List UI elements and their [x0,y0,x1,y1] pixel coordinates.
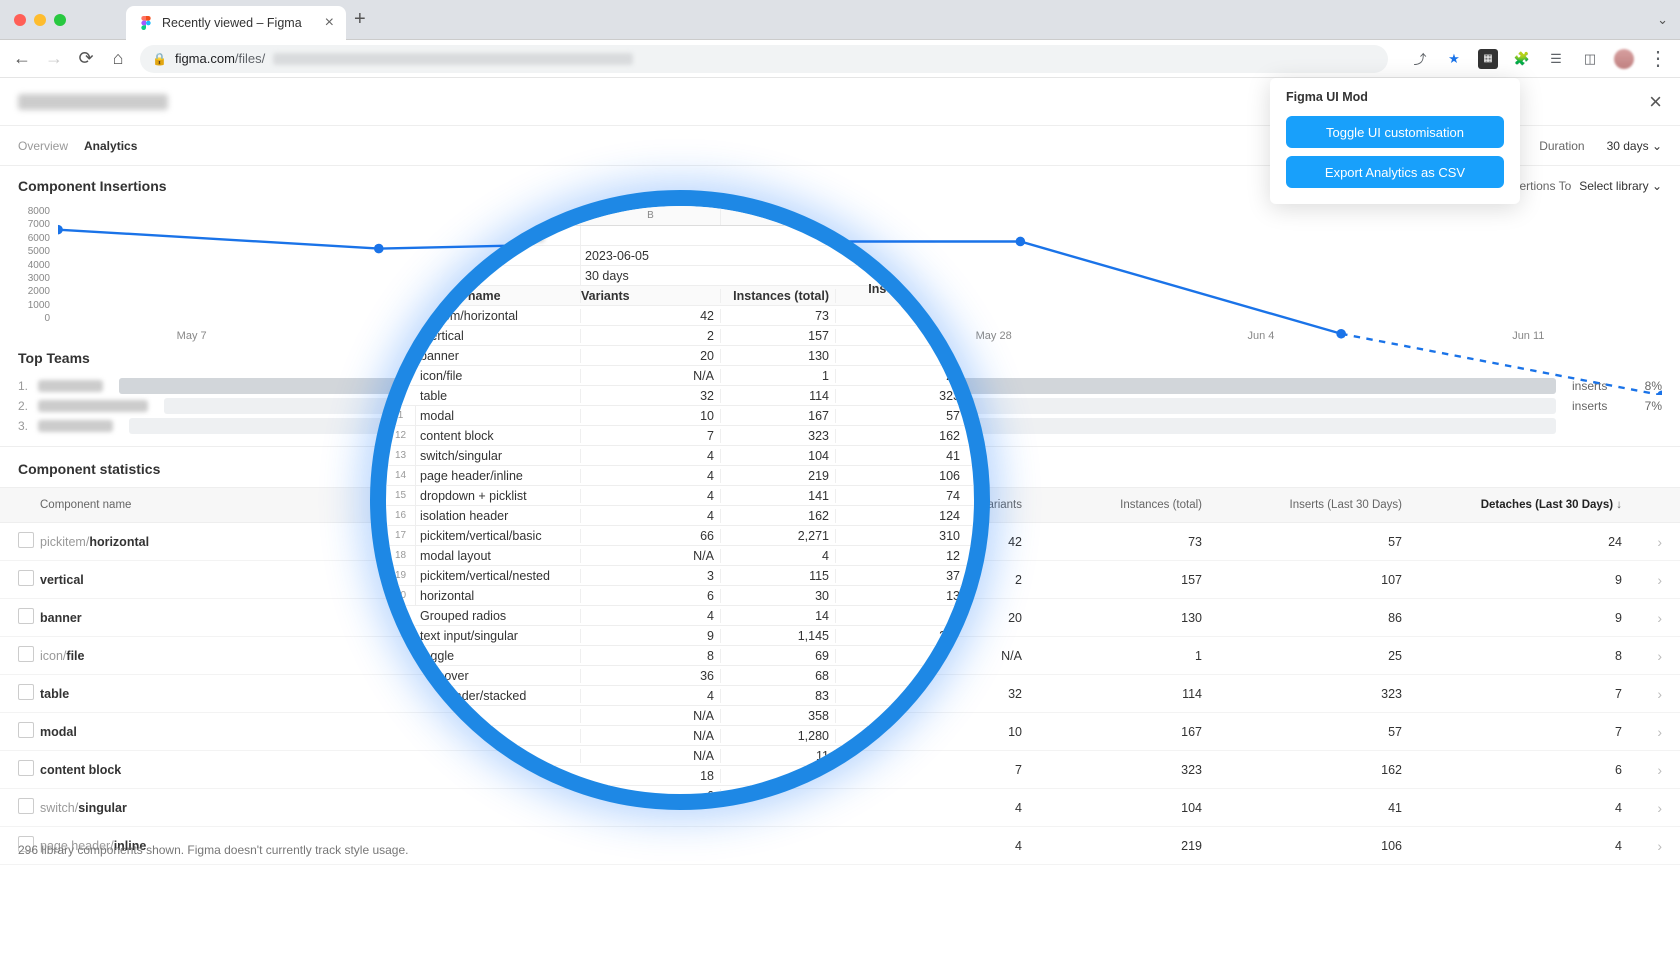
sheet-row: 20horizontal63013 [386,586,974,606]
redacted-title [18,94,168,110]
redacted-team [38,380,103,392]
lock-icon: 🔒 [152,52,167,66]
popup-title: Figma UI Mod [1286,90,1504,104]
extensions-puzzle-icon[interactable]: 🧩 [1512,49,1532,69]
magnifier-inset: B C 2023-06-05 30 days ...onent name Var… [370,190,990,810]
bookmark-star-icon[interactable]: ★ [1444,49,1464,69]
sheet-header-row: ...onent name Variants Instances (total)… [386,286,974,306]
new-tab-button[interactable]: + [354,8,366,31]
duration-label: Duration [1539,139,1584,153]
export-csv-button[interactable]: Export Analytics as CSV [1286,156,1504,188]
sheet-col-b: B [581,206,721,225]
component-icon [18,798,34,814]
sheet-row: 13switch/singular410441 [386,446,974,466]
sheet-row: toggle8698 [386,646,974,666]
reading-list-icon[interactable]: ☰ [1546,49,1566,69]
component-icon [18,532,34,548]
tab-title: Recently viewed – Figma [162,16,317,30]
sheet-row: 15dropdown + picklist414174 [386,486,974,506]
sheet-row: 17pickitem/vertical/basic662,271310 [386,526,974,546]
chevron-right-icon[interactable]: › [1622,610,1662,626]
sheet-duration: 30 days [581,266,721,285]
component-icon [18,608,34,624]
sheet-row: table32114323 [386,386,974,406]
tab-overview[interactable]: Overview [18,129,68,163]
back-button[interactable]: ← [12,48,32,69]
chevron-right-icon[interactable]: › [1622,648,1662,664]
reload-button[interactable]: ⟳ [76,48,96,69]
sheet-row: 19pickitem/vertical/nested311537 [386,566,974,586]
minimize-window-icon[interactable] [34,14,46,26]
sheet-date: 2023-06-05 [581,246,721,265]
toggle-ui-customisation-button[interactable]: Toggle UI customisation [1286,116,1504,148]
forward-button[interactable]: → [44,48,64,69]
redacted-team [38,420,113,432]
sheet-row: ...e header/stacked48384 [386,686,974,706]
extension-popup: Figma UI Mod Toggle UI customisation Exp… [1270,78,1520,204]
redacted-team [38,400,148,412]
chevron-right-icon[interactable]: › [1622,572,1662,588]
sheet-row: ...opover36685 [386,666,974,686]
extension-1-icon[interactable]: ▦ [1478,49,1498,69]
chevron-right-icon[interactable]: › [1622,534,1662,550]
component-icon [18,722,34,738]
sheet-row: icon/fileN/A125 [386,366,974,386]
close-window-icon[interactable] [14,14,26,26]
select-library-dropdown[interactable]: Select library ⌄ [1579,179,1662,193]
sheet-row: 1modal1016757 [386,406,974,426]
component-icon [18,646,34,662]
omnibox[interactable]: 🔒 figma.com/files/ [140,45,1388,73]
footer-note: 296 library components shown. Figma does… [18,843,408,857]
home-button[interactable]: ⌂ [108,48,128,69]
sheet-row: 16isolation header4162124 [386,506,974,526]
redacted-url [273,53,633,65]
sheet-row: Grouped radios4149 [386,606,974,626]
chevron-right-icon[interactable]: › [1622,686,1662,702]
table-row[interactable]: switch/singular 4 104 41 4 › [0,789,1680,827]
sheet-row: text input/singular91,145233 [386,626,974,646]
sheet-row: ...ertical2157107 [386,326,974,346]
chevron-right-icon[interactable]: › [1622,800,1662,816]
maximize-window-icon[interactable] [54,14,66,26]
figma-favicon-icon [138,15,154,31]
side-panel-icon[interactable]: ◫ [1580,49,1600,69]
sheet-row: 12content block7323162 [386,426,974,446]
url-text: figma.com/files/ [175,51,265,66]
close-panel-icon[interactable]: × [1649,89,1662,115]
close-tab-icon[interactable]: × [325,14,334,32]
sheet-row: 18modal layoutN/A412 [386,546,974,566]
component-icon [18,760,34,776]
browser-tab[interactable]: Recently viewed – Figma × [126,6,346,40]
duration-dropdown[interactable]: 30 days ⌄ [1607,139,1662,153]
profile-avatar-icon[interactable] [1614,49,1634,69]
sheet-row: 14page header/inline4219106 [386,466,974,486]
component-icon [18,570,34,586]
sheet-row: ...kitem/horizontal427357 [386,306,974,326]
chrome-menu-icon[interactable]: ⋮ [1648,49,1668,69]
expand-tabs-icon[interactable]: ⌄ [1657,12,1668,28]
titlebar: Recently viewed – Figma × + ⌄ [0,0,1680,40]
tab-analytics[interactable]: Analytics [84,129,137,163]
sheet-row: banner2013086 [386,346,974,366]
window-controls[interactable] [0,14,66,26]
urlbar: ← → ⟳ ⌂ 🔒 figma.com/files/ ⤴ ★ ▦ 🧩 ☰ ◫ ⋮ [0,40,1680,78]
col-instances[interactable]: Instances (total) [1022,499,1202,511]
sheet-row: ...h inputN/A358374 [386,706,974,726]
col-inserts[interactable]: Inserts (Last 30 Days) [1202,499,1402,511]
chevron-right-icon[interactable]: › [1622,724,1662,740]
share-icon[interactable]: ⤴ [1410,49,1430,69]
col-detaches[interactable]: Detaches (Last 30 Days) ↓ [1402,499,1622,511]
chevron-right-icon[interactable]: › [1622,762,1662,778]
section-title-insertions: Component Insertions [18,178,167,194]
chevron-right-icon[interactable]: › [1622,838,1662,854]
component-icon [18,684,34,700]
